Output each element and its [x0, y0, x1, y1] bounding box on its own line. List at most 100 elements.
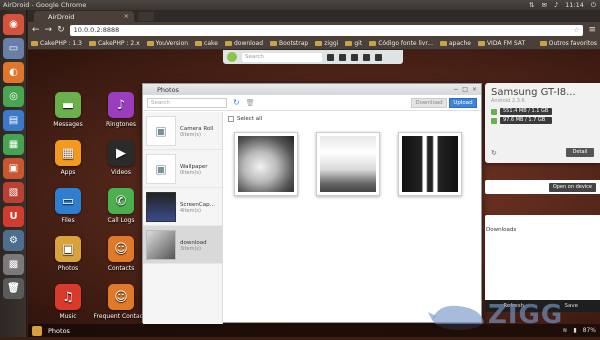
close-icon[interactable]: × [472, 86, 477, 93]
device-name: Samsung GT-I8... [491, 87, 594, 98]
bookmark-item[interactable]: YouVersion [147, 40, 188, 47]
ubuntu-one-icon[interactable]: U [3, 206, 24, 227]
upload-icon[interactable] [363, 54, 370, 61]
app-label: Ringtones [106, 121, 136, 128]
forward-icon[interactable]: → [45, 25, 53, 35]
photos-window: Photos − □ × Search ↻ 🗑 Download Upload … [142, 83, 482, 323]
camera-icon: ▣ [146, 116, 176, 146]
url-open-row: Open on device [485, 180, 600, 194]
album-count: 4item(s) [180, 208, 215, 214]
album-name: ScreenCap... [180, 202, 215, 208]
calc-icon[interactable]: ▦ [3, 134, 24, 155]
refresh-icon[interactable]: ↻ [233, 98, 240, 107]
maximize-icon[interactable]: □ [462, 86, 468, 93]
network-icon[interactable]: ⇅ [529, 1, 534, 9]
music-note-icon: ♪ [108, 92, 134, 118]
clipboard-panel: Downloads [485, 215, 600, 300]
bookmark-label: CakePHP : 2.x [98, 40, 140, 47]
clock[interactable]: 11:14 [565, 1, 584, 9]
select-all-checkbox[interactable] [228, 116, 234, 122]
download-button[interactable]: Download [411, 98, 447, 108]
bookmark-item[interactable]: Bootstrap [270, 40, 308, 47]
photo-icon[interactable] [32, 326, 42, 336]
bookmark-item[interactable]: ziggi [315, 40, 338, 47]
bookmark-item[interactable]: cake [195, 40, 218, 47]
minimize-icon[interactable]: − [453, 86, 458, 93]
battery-level: 87% [583, 327, 596, 334]
bookmark-item[interactable]: CakePHP : 1.3 [31, 40, 82, 47]
trash-icon[interactable]: 🗑 [3, 278, 24, 299]
dash-icon[interactable]: ◉ [3, 14, 24, 35]
app-music[interactable]: ♫Music [38, 284, 98, 320]
phone-status: ≋ ▮ 87% [562, 327, 596, 334]
settings-icon[interactable]: ⚙ [3, 230, 24, 251]
window-icon[interactable] [339, 54, 346, 61]
apps-icon: ▦ [55, 140, 81, 166]
impress-icon[interactable]: ▣ [3, 158, 24, 179]
photo-thumbnail[interactable] [398, 132, 462, 196]
clipboard-text[interactable]: Downloads [485, 227, 600, 233]
app-messages[interactable]: ▬Messages [38, 92, 98, 128]
photo-thumbnail[interactable] [234, 132, 298, 196]
photos-title-bar[interactable]: Photos − □ × [143, 84, 481, 95]
apps-icon[interactable] [351, 54, 358, 61]
airdroid-logo-icon[interactable] [227, 52, 237, 62]
photos-search-input[interactable]: Search [147, 98, 227, 108]
bookmark-item[interactable]: CakePHP : 2.x [89, 40, 140, 47]
album-item[interactable]: download3item(s) [143, 226, 222, 264]
software-center-icon[interactable]: ▧ [3, 182, 24, 203]
power-icon[interactable]: ⏻ [591, 1, 596, 10]
bookmark-item[interactable]: download [225, 40, 263, 47]
album-count: 0item(s) [180, 132, 213, 138]
select-all[interactable]: Select all [224, 112, 483, 122]
upload-button[interactable]: Upload [449, 98, 477, 108]
tab-airdroid[interactable]: AirDroid × [34, 11, 134, 22]
photo-thumbnail[interactable] [316, 132, 380, 196]
address-bar[interactable]: 10.0.0.2:8888 ☆ [70, 25, 584, 36]
home-icon[interactable] [375, 54, 382, 61]
taskbar-photos[interactable]: Photos [48, 327, 70, 335]
photo-grid: Select all [224, 112, 483, 324]
other-bookmarks[interactable]: Outros favoritos [540, 40, 597, 47]
folder-icon [225, 41, 232, 46]
folder-icon [540, 41, 547, 46]
photos-toolbar: Search ↻ 🗑 Download Upload [143, 95, 481, 111]
chrome-icon[interactable]: ◎ [3, 86, 24, 107]
bookmark-item[interactable]: git [345, 40, 362, 47]
grid-icon[interactable] [327, 54, 334, 61]
device-panel: Samsung GT-I8... Android 2.3.6 551.4 MB … [485, 83, 600, 163]
mail-icon[interactable]: ✉ [542, 1, 547, 9]
home-folder-icon[interactable]: ▭ [3, 38, 24, 59]
album-item[interactable]: ▣ Camera Roll0item(s) [143, 112, 222, 150]
detail-button[interactable]: Detail [566, 148, 594, 157]
bookmark-label: VIDA FM SAT [487, 40, 525, 47]
app-photos[interactable]: ▣Photos [38, 236, 98, 272]
volume-icon[interactable]: ♪ [554, 1, 558, 9]
app-label: Apps [61, 169, 76, 176]
app-label: Messages [53, 121, 82, 128]
menu-icon[interactable]: ≡ [588, 25, 596, 35]
bookmarks-bar: CakePHP : 1.3 CakePHP : 2.x YouVersion c… [28, 38, 600, 50]
tab-strip: AirDroid × [28, 10, 600, 22]
folder-icon [345, 41, 352, 46]
app-files[interactable]: ▭Files [38, 188, 98, 224]
back-icon[interactable]: ← [32, 25, 40, 35]
bookmark-item[interactable]: Código fonte livr... [369, 40, 433, 47]
open-on-device-button[interactable]: Open on device [549, 183, 596, 192]
close-tab-icon[interactable]: × [124, 12, 129, 20]
refresh-icon[interactable]: ↻ [491, 149, 497, 157]
new-tab-button[interactable] [138, 12, 154, 21]
album-item[interactable]: ▣ Wallpaper0item(s) [143, 150, 222, 188]
delete-icon[interactable]: 🗑 [246, 99, 255, 107]
workspace-icon[interactable]: ▩ [3, 254, 24, 275]
folder-icon [315, 41, 322, 46]
star-icon[interactable]: ☆ [574, 26, 580, 34]
bookmark-item[interactable]: apache [440, 40, 471, 47]
album-item[interactable]: ScreenCap...4item(s) [143, 188, 222, 226]
bookmark-item[interactable]: VIDA FM SAT [478, 40, 525, 47]
writer-icon[interactable]: ▤ [3, 110, 24, 131]
reload-icon[interactable]: ↻ [57, 25, 65, 35]
firefox-icon[interactable]: ◐ [3, 62, 24, 83]
search-input[interactable]: Search [242, 53, 322, 62]
app-apps[interactable]: ▦ Apps [38, 140, 98, 176]
